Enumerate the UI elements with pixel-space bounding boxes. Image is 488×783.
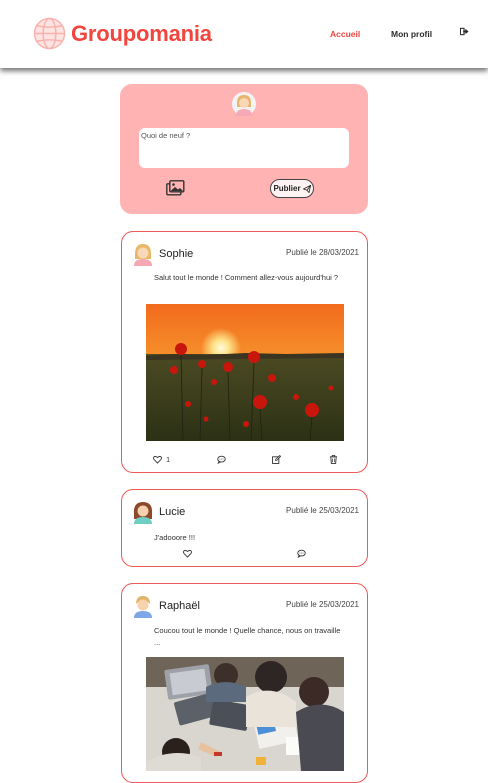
author-avatar xyxy=(134,244,152,266)
post-header: Lucie Publié le 25/03/2021 xyxy=(132,500,359,524)
post-header: Sophie Publié le 28/03/2021 xyxy=(132,242,359,266)
comment-icon xyxy=(297,549,306,558)
edit-button[interactable] xyxy=(272,453,281,465)
post-date: Publié le 25/03/2021 xyxy=(286,600,359,609)
user-avatar xyxy=(232,92,256,116)
like-count: 1 xyxy=(166,454,171,464)
like-icon xyxy=(183,549,192,558)
delete-button[interactable] xyxy=(329,453,338,465)
post-text: Coucou tout le monde ! Quelle chance, no… xyxy=(154,626,341,647)
logout-button[interactable] xyxy=(459,27,469,38)
post-author[interactable]: Raphaël xyxy=(159,600,200,612)
nav-profile-link[interactable]: Mon profil xyxy=(391,29,432,39)
post-actions xyxy=(122,547,369,561)
author-avatar xyxy=(133,502,153,524)
comment-icon xyxy=(217,455,226,464)
comment-button[interactable] xyxy=(297,547,306,559)
publish-label: Publier xyxy=(273,184,301,193)
publish-button[interactable]: Publier xyxy=(270,179,314,198)
team-working-at-table-photo[interactable] xyxy=(146,657,344,771)
post-date: Publié le 25/03/2021 xyxy=(286,506,359,515)
post-text: Salut tout le monde ! Comment allez-vous… xyxy=(154,273,339,282)
sign-out-icon xyxy=(459,27,469,36)
post-text: J'adooore !!! xyxy=(154,533,196,542)
post-card: Lucie Publié le 25/03/2021 J'adooore !!! xyxy=(121,489,368,567)
logo-text: Groupomania xyxy=(71,20,212,46)
images-icon xyxy=(166,180,185,196)
new-post-composer: Publier xyxy=(120,84,368,214)
poppy-field-sunset-photo[interactable] xyxy=(146,304,344,441)
like-button[interactable]: 1 xyxy=(153,453,170,465)
post-author[interactable]: Lucie xyxy=(159,506,185,518)
post-date: Publié le 28/03/2021 xyxy=(286,248,359,257)
post-actions: 1 xyxy=(122,453,369,467)
author-avatar xyxy=(134,596,152,618)
globe-logo-icon xyxy=(33,17,66,50)
comment-button[interactable] xyxy=(217,453,226,465)
delete-icon xyxy=(329,454,338,464)
logo[interactable]: Groupomania xyxy=(33,17,212,50)
top-header: Groupomania Accueil Mon profil xyxy=(0,0,488,68)
nav-home-link[interactable]: Accueil xyxy=(330,29,360,39)
post-card: Sophie Publié le 28/03/2021 Salut tout l… xyxy=(121,231,368,473)
post-header: Raphaël Publié le 25/03/2021 xyxy=(132,594,359,618)
post-text-input[interactable] xyxy=(139,128,349,168)
like-icon xyxy=(153,455,162,464)
post-card: Raphaël Publié le 25/03/2021 Coucou tout… xyxy=(121,583,368,783)
edit-icon xyxy=(272,454,281,464)
add-image-button[interactable] xyxy=(166,180,185,196)
paper-plane-icon xyxy=(302,184,311,193)
like-button[interactable] xyxy=(183,547,192,559)
post-author[interactable]: Sophie xyxy=(159,248,193,260)
